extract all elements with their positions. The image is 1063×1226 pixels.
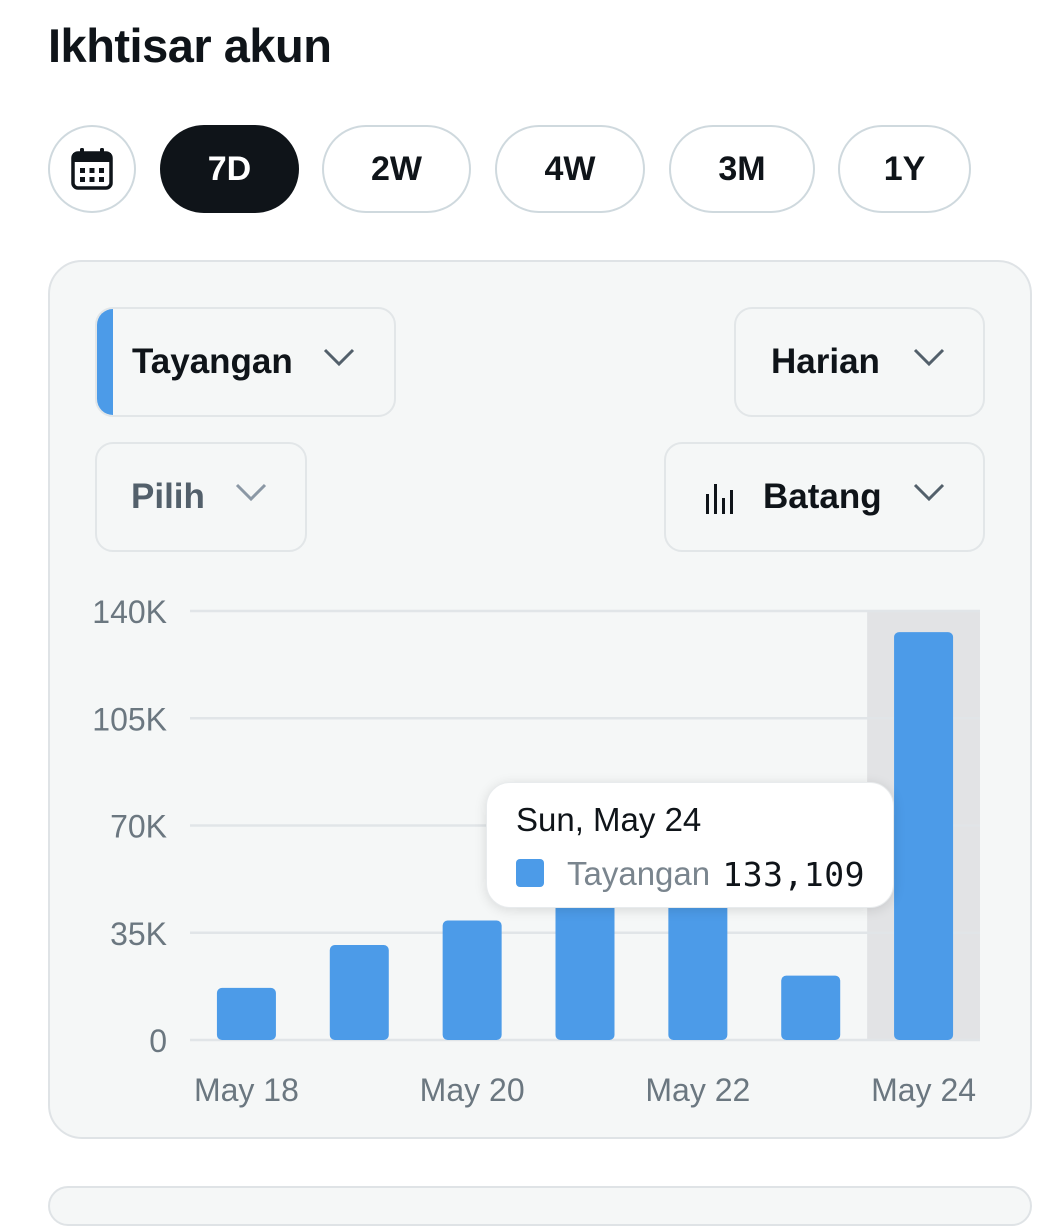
chart-type-dropdown-label: Batang <box>763 477 882 516</box>
tooltip-date: Sun, May 24 <box>516 801 702 838</box>
bar-chart-icon <box>706 484 733 514</box>
compare-dropdown-label: Pilih <box>131 477 205 516</box>
tooltip-series-swatch <box>516 859 544 887</box>
range-1y-button[interactable]: 1Y <box>838 125 971 213</box>
page-title: Ikhtisar akun <box>48 19 332 72</box>
chart-tooltip: Sun, May 24 Tayangan 133,109 <box>486 782 894 908</box>
range-2w-button[interactable]: 2W <box>322 125 471 213</box>
interval-dropdown[interactable]: Harian <box>734 307 985 417</box>
chevron-down-icon <box>913 483 945 502</box>
next-card <box>48 1186 1032 1226</box>
interval-dropdown-label: Harian <box>771 342 880 381</box>
calendar-button[interactable] <box>48 125 136 213</box>
tooltip-value: 133,109 <box>722 855 865 894</box>
chart-type-dropdown[interactable]: Batang <box>664 442 985 552</box>
chevron-down-icon <box>235 483 267 502</box>
calendar-icon <box>71 148 113 190</box>
tooltip-series-label: Tayangan <box>567 855 711 892</box>
metric-dropdown-label: Tayangan <box>132 342 293 381</box>
metric-dropdown[interactable]: Tayangan <box>95 307 396 417</box>
metric-color-indicator <box>97 309 113 415</box>
range-7d-button[interactable]: 7D <box>160 125 299 213</box>
range-4w-button[interactable]: 4W <box>495 125 645 213</box>
compare-dropdown[interactable]: Pilih <box>95 442 307 552</box>
range-3m-button[interactable]: 3M <box>669 125 815 213</box>
chevron-down-icon <box>323 348 355 367</box>
chevron-down-icon <box>913 348 945 367</box>
